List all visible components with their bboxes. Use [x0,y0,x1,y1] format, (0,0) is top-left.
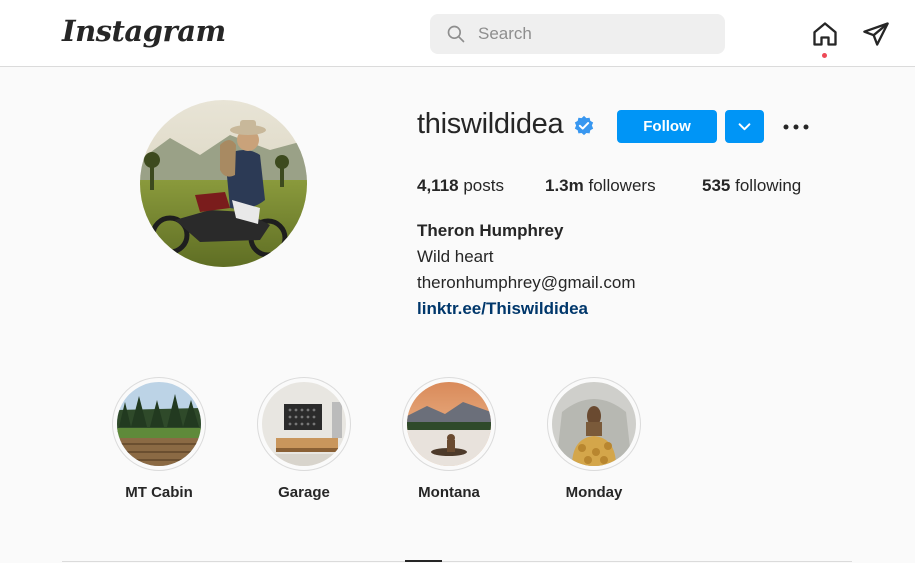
top-navigation-bar: Instagram [0,0,915,67]
highlight-label: MT Cabin [125,484,193,501]
highlight-label: Montana [418,484,480,501]
tabs-divider [62,561,852,562]
verified-badge-icon [574,115,594,136]
chevron-down-icon [738,123,751,131]
highlight-thumbnail [407,382,491,466]
search-icon [447,25,465,43]
notification-dot [822,53,827,58]
followers-stat[interactable]: 1.3m followers [545,176,656,196]
profile-photo [140,100,307,267]
highlight-cover[interactable] [112,377,206,471]
more-options-icon [783,124,809,130]
highlight-cover[interactable] [257,377,351,471]
highlight-label: Garage [278,484,330,501]
home-icon[interactable] [811,20,839,48]
followers-label: followers [588,176,656,195]
following-stat[interactable]: 535 following [702,176,801,196]
suggested-accounts-dropdown-button[interactable] [725,110,764,143]
paper-plane-icon[interactable] [862,20,890,48]
profile-full-name: Theron Humphrey [417,221,564,240]
bio-email: theronhumphrey@gmail.com [417,273,636,292]
profile-username: thiswildidea [417,108,564,140]
bio-link[interactable]: linktr.ee/Thiswildidea [417,299,588,319]
highlight-cover[interactable] [402,377,496,471]
posts-count: 4,118 [417,176,459,195]
highlight-thumbnail [262,382,346,466]
more-options-button[interactable] [780,114,812,140]
search-box[interactable] [430,14,725,54]
follow-button[interactable]: Follow [617,110,717,143]
instagram-logo[interactable]: Instagram [62,14,226,48]
posts-label: posts [463,176,504,195]
highlight-label: Monday [565,484,623,501]
search-input[interactable] [478,14,713,54]
following-count: 535 [702,176,731,195]
posts-stat: 4,118 posts [417,176,504,196]
highlight-cover[interactable] [547,377,641,471]
highlight-thumbnail [117,382,201,466]
following-label: following [735,176,802,195]
highlight-thumbnail [552,382,636,466]
bio-line: Wild heart [417,247,494,266]
active-tab-indicator [405,560,442,562]
followers-count: 1.3m [545,176,584,195]
profile-avatar[interactable] [140,100,307,267]
